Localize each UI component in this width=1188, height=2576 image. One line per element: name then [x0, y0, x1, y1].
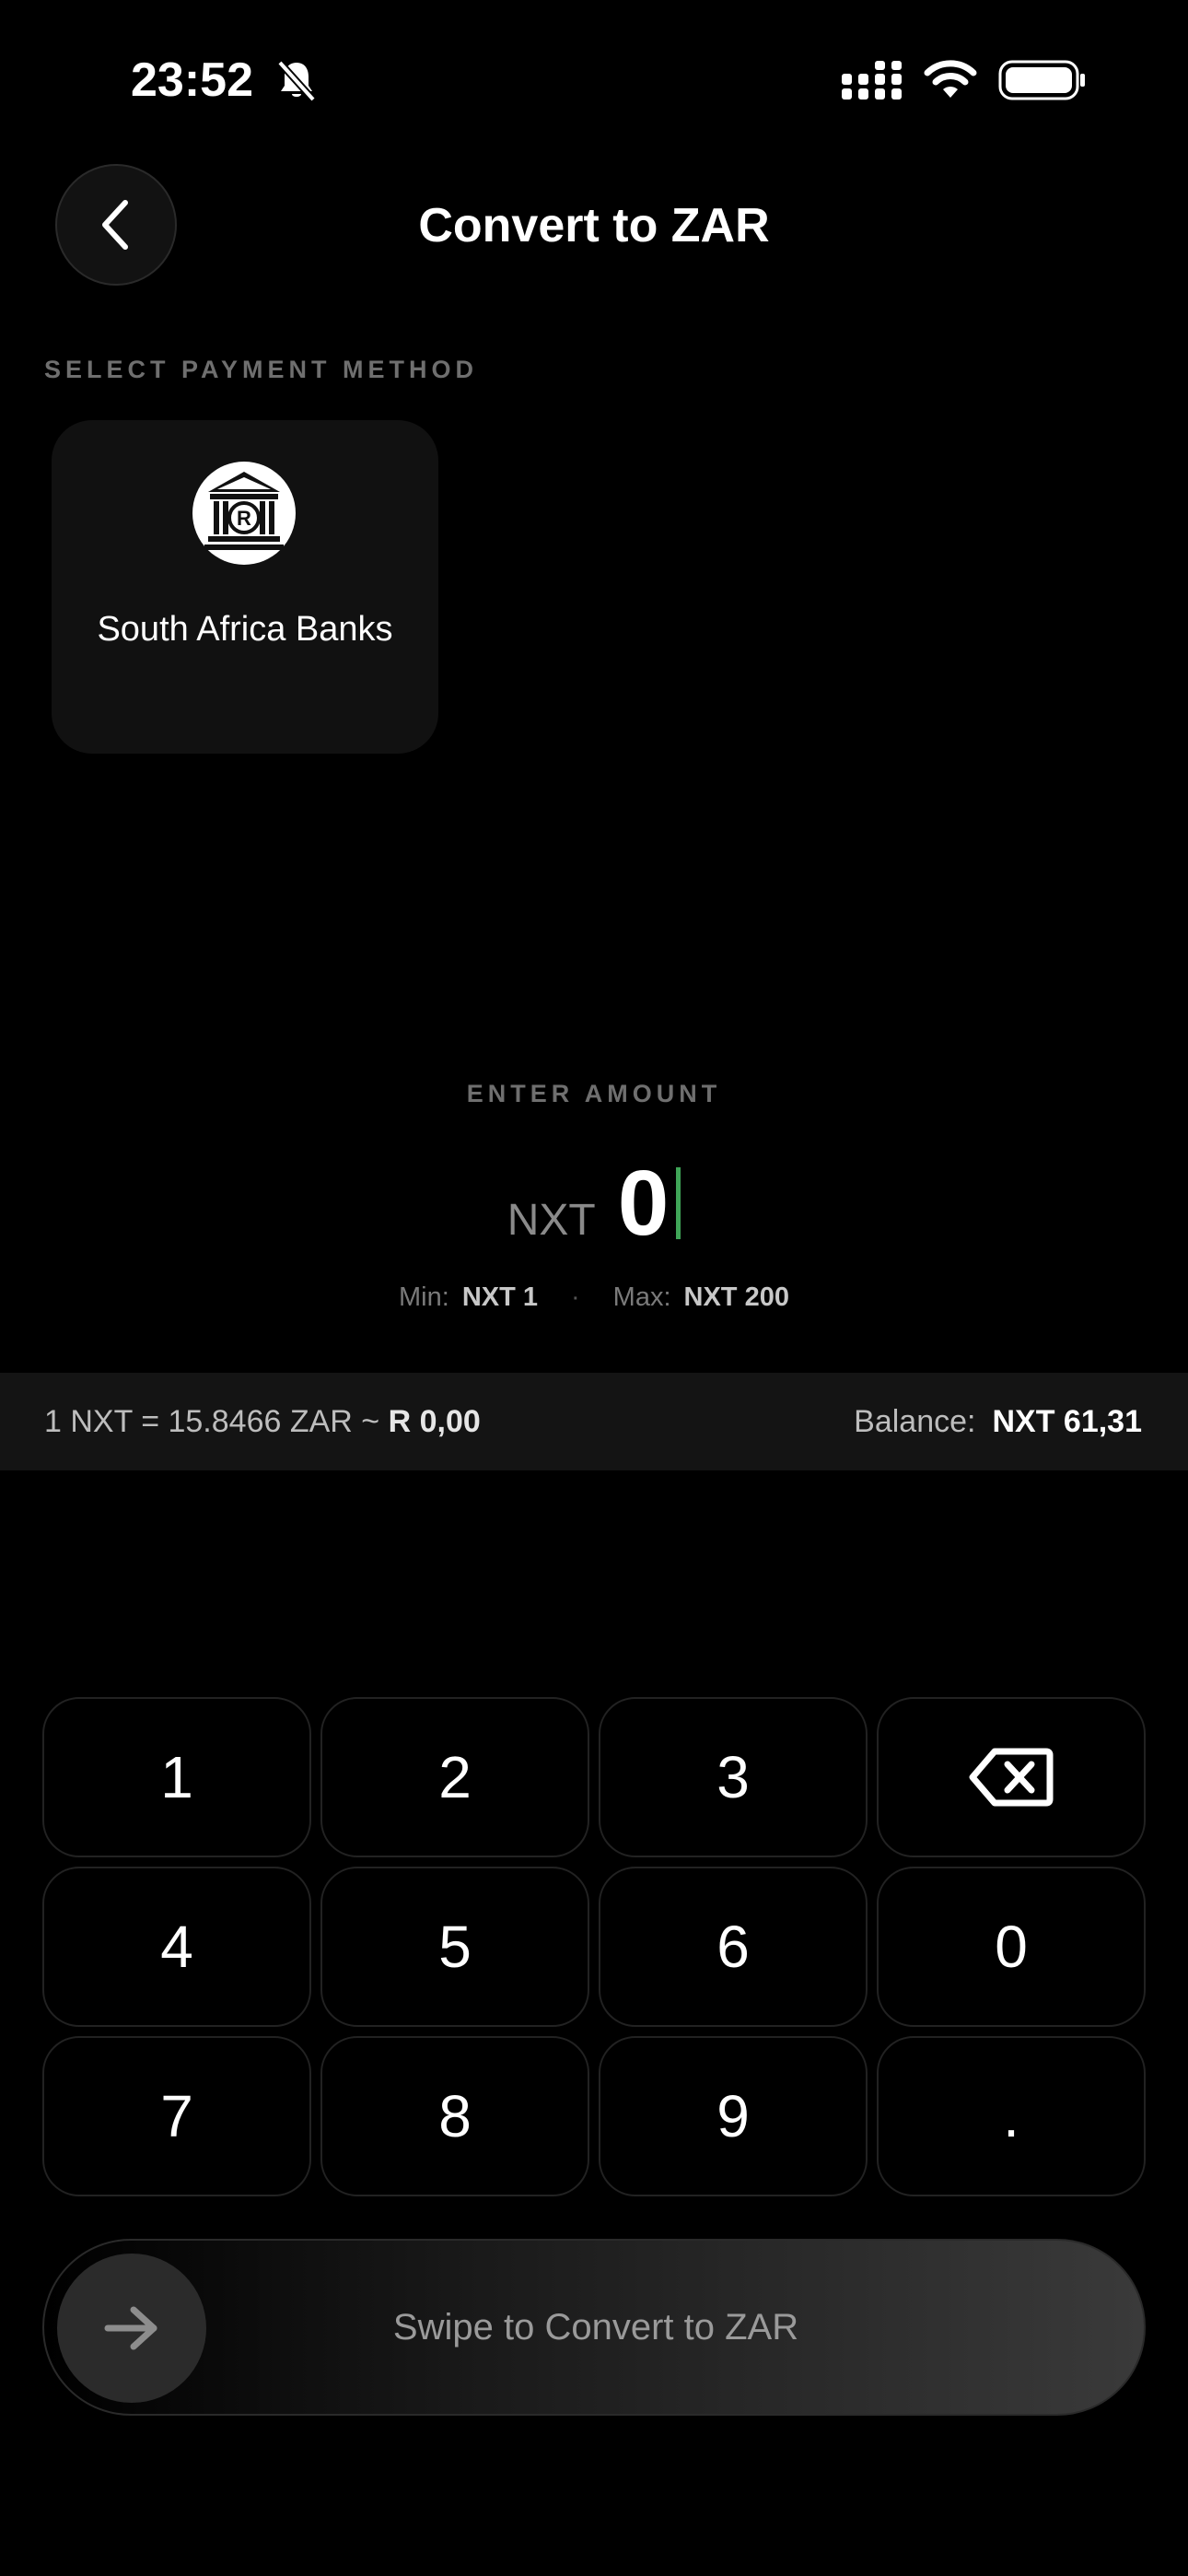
- amount-limits: Min: NXT 1 · Max: NXT 200: [0, 1282, 1188, 1313]
- payment-method-label: South Africa Banks: [97, 610, 393, 649]
- svg-text:R: R: [237, 507, 251, 530]
- swipe-handle[interactable]: [57, 2254, 206, 2403]
- page-title: Convert to ZAR: [418, 199, 770, 252]
- arrow-right-icon: [104, 2306, 157, 2350]
- limits-separator: ·: [571, 1282, 580, 1312]
- cellular-signal-icon: [842, 61, 902, 100]
- bell-muted-icon: [277, 60, 316, 102]
- converted-zar-value: R 0,00: [388, 1403, 481, 1439]
- rate-balance-bar: 1 NXT = 15.8466 ZAR ~ R 0,00 Balance: NXT…: [0, 1373, 1188, 1470]
- enter-amount-heading: ENTER AMOUNT: [466, 1080, 722, 1107]
- exchange-rate-text: 1 NXT = 15.8466 ZAR ~: [44, 1403, 389, 1439]
- payment-method-card-south-africa-banks[interactable]: R South Africa Banks: [52, 420, 438, 754]
- max-value: NXT 200: [683, 1282, 789, 1312]
- min-label: Min:: [399, 1282, 449, 1312]
- key-3[interactable]: 3: [599, 1697, 868, 1857]
- swipe-to-convert-slider[interactable]: Swipe to Convert to ZAR: [42, 2239, 1146, 2416]
- key-7[interactable]: 7: [42, 2036, 311, 2196]
- amount-currency: NXT: [507, 1196, 596, 1245]
- key-1[interactable]: 1: [42, 1697, 311, 1857]
- amount-input[interactable]: NXT 0: [0, 1148, 1188, 1259]
- key-8[interactable]: 8: [320, 2036, 589, 2196]
- key-5[interactable]: 5: [320, 1867, 589, 2027]
- key-delete[interactable]: [877, 1697, 1146, 1857]
- wifi-icon: [924, 60, 977, 98]
- min-value: NXT 1: [461, 1282, 538, 1312]
- exchange-rate: 1 NXT = 15.8466 ZAR ~ R 0,00: [44, 1404, 481, 1440]
- status-time: 23:52: [131, 53, 253, 107]
- key-0[interactable]: 0: [877, 1867, 1146, 2027]
- screen: 23:52 Convert to ZAR SELECT PAYMENT METH…: [0, 0, 1188, 2576]
- balance-value: NXT 61,31: [992, 1403, 1142, 1439]
- text-caret: [676, 1167, 681, 1239]
- numeric-keypad: 1 2 3 4 5 6 0 7 8 9 .: [42, 1697, 1146, 2196]
- balance-label: Balance:: [854, 1403, 976, 1439]
- key-4[interactable]: 4: [42, 1867, 311, 2027]
- key-6[interactable]: 6: [599, 1867, 868, 2027]
- key-9[interactable]: 9: [599, 2036, 868, 2196]
- max-label: Max:: [612, 1282, 671, 1312]
- amount-value: 0: [617, 1152, 670, 1255]
- key-decimal[interactable]: .: [877, 2036, 1146, 2196]
- payment-method-heading: SELECT PAYMENT METHOD: [44, 356, 479, 383]
- backspace-icon: [969, 1748, 1054, 1807]
- key-2[interactable]: 2: [320, 1697, 589, 1857]
- swipe-label: Swipe to Convert to ZAR: [392, 2307, 799, 2348]
- balance: Balance: NXT 61,31: [854, 1404, 1142, 1440]
- bank-icon: R: [192, 462, 296, 565]
- battery-icon: [998, 60, 1085, 100]
